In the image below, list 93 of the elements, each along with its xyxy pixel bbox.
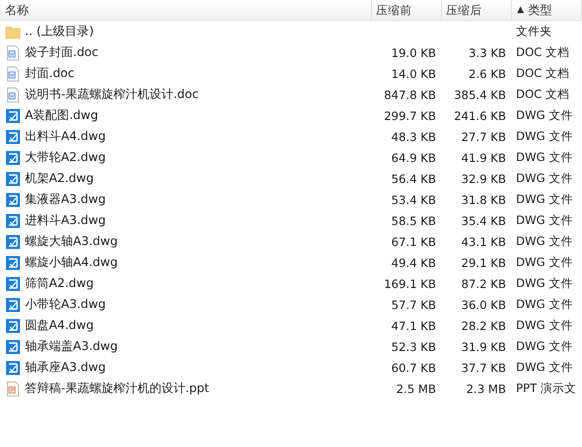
compressed-size: 29.1 KB bbox=[461, 256, 506, 270]
compressed-size: 43.1 KB bbox=[461, 234, 506, 248]
drawing-file-icon bbox=[5, 360, 21, 376]
file-type: DWG 文件 bbox=[516, 129, 573, 143]
original-size: 52.3 KB bbox=[391, 340, 436, 354]
file-type: DWG 文件 bbox=[516, 108, 573, 122]
file-name[interactable]: 小带轮A3.dwg bbox=[25, 296, 106, 313]
file-type: DWG 文件 bbox=[516, 255, 573, 269]
compressed-size: 31.8 KB bbox=[461, 192, 506, 206]
compressed-size: 28.2 KB bbox=[461, 318, 506, 332]
compressed-size: 27.7 KB bbox=[461, 130, 506, 144]
original-size: 58.5 KB bbox=[391, 214, 436, 228]
file-type: DOC 文档 bbox=[516, 45, 570, 59]
document-icon bbox=[5, 44, 21, 60]
compressed-size: 2.3 MB bbox=[466, 382, 506, 396]
file-name[interactable]: 袋子封面.doc bbox=[25, 44, 98, 61]
presentation-icon bbox=[5, 380, 21, 396]
file-name[interactable]: 螺旋大轴A3.dwg bbox=[25, 233, 118, 250]
drawing-file-icon bbox=[5, 192, 21, 208]
original-size: 56.4 KB bbox=[391, 172, 436, 186]
original-size: 169.1 KB bbox=[384, 276, 436, 290]
compressed-size: 3.3 KB bbox=[468, 46, 506, 60]
sort-indicator: ▲ bbox=[517, 5, 524, 15]
file-name[interactable]: 答辩稿-果蔬螺旋榨汁机的设计.ppt bbox=[25, 380, 210, 397]
column-header[interactable]: ▲ 类型 bbox=[512, 0, 582, 20]
drawing-file-icon bbox=[5, 150, 21, 166]
file-name[interactable]: 出料斗A4.dwg bbox=[25, 128, 106, 145]
file-type: PPT 演示文 bbox=[516, 381, 577, 395]
file-type: DWG 文件 bbox=[516, 297, 573, 311]
compressed-size: 41.9 KB bbox=[461, 150, 506, 164]
file-name[interactable]: 圆盘A4.dwg bbox=[25, 317, 94, 334]
compressed-size: 385.4 KB bbox=[454, 88, 506, 102]
file-name[interactable]: 封面.doc bbox=[25, 65, 74, 82]
file-name[interactable]: 说明书-果蔬螺旋榨汁机设计.doc bbox=[25, 86, 199, 103]
file-name[interactable]: .. (上级目录) bbox=[25, 23, 94, 40]
file-type: DWG 文件 bbox=[516, 276, 573, 290]
compressed-size: 31.9 KB bbox=[461, 340, 506, 354]
drawing-file-icon bbox=[5, 108, 21, 124]
file-type: DWG 文件 bbox=[516, 171, 573, 185]
original-size: 67.1 KB bbox=[391, 234, 436, 248]
compressed-size: 32.9 KB bbox=[461, 172, 506, 186]
compressed-size: 87.2 KB bbox=[461, 276, 506, 290]
original-size: 49.4 KB bbox=[391, 256, 436, 270]
file-name[interactable]: 轴承端盖A3.dwg bbox=[25, 338, 118, 355]
file-type: 文件夹 bbox=[516, 24, 552, 38]
original-size: 2.5 MB bbox=[396, 382, 436, 396]
column-header[interactable]: 名称 bbox=[0, 0, 372, 20]
compressed-size: 35.4 KB bbox=[461, 214, 506, 228]
document-icon bbox=[5, 66, 21, 82]
original-size: 14.0 KB bbox=[391, 66, 436, 80]
file-name[interactable]: 大带轮A2.dwg bbox=[25, 149, 106, 166]
file-type: DWG 文件 bbox=[516, 339, 573, 353]
file-type: DOC 文档 bbox=[516, 66, 570, 80]
folder-icon bbox=[5, 24, 21, 40]
file-type: DWG 文件 bbox=[516, 234, 573, 248]
drawing-file-icon bbox=[5, 254, 21, 270]
compressed-size: 2.6 KB bbox=[468, 66, 506, 80]
file-name[interactable]: 集液器A3.dwg bbox=[25, 191, 106, 208]
file-name[interactable]: 轴承座A3.dwg bbox=[25, 359, 106, 376]
original-size: 19.0 KB bbox=[391, 46, 436, 60]
drawing-file-icon bbox=[5, 170, 21, 186]
drawing-file-icon bbox=[5, 276, 21, 292]
original-size: 47.1 KB bbox=[391, 318, 436, 332]
file-type: DWG 文件 bbox=[516, 360, 573, 374]
file-name[interactable]: 螺旋小轴A4.dwg bbox=[25, 254, 118, 271]
file-type: DWG 文件 bbox=[516, 150, 573, 164]
drawing-file-icon bbox=[5, 296, 21, 312]
drawing-file-icon bbox=[5, 234, 21, 250]
original-size: 57.7 KB bbox=[391, 298, 436, 312]
column-header[interactable]: 压缩后 bbox=[442, 0, 512, 20]
column-header[interactable]: 压缩前 bbox=[372, 0, 442, 20]
original-size: 60.7 KB bbox=[391, 360, 436, 374]
file-name[interactable]: A装配图.dwg bbox=[25, 107, 98, 124]
file-type: DWG 文件 bbox=[516, 192, 573, 206]
drawing-file-icon bbox=[5, 128, 21, 144]
drawing-file-icon bbox=[5, 212, 21, 228]
file-name[interactable]: 进料斗A3.dwg bbox=[25, 212, 106, 229]
original-size: 48.3 KB bbox=[391, 130, 436, 144]
original-size: 64.9 KB bbox=[391, 150, 436, 164]
compressed-size: 36.0 KB bbox=[461, 298, 506, 312]
compressed-size: 37.7 KB bbox=[461, 360, 506, 374]
original-size: 847.8 KB bbox=[384, 88, 436, 102]
drawing-file-icon bbox=[5, 338, 21, 354]
file-type: DWG 文件 bbox=[516, 318, 573, 332]
original-size: 53.4 KB bbox=[391, 192, 436, 206]
drawing-file-icon bbox=[5, 318, 21, 334]
file-type: DWG 文件 bbox=[516, 213, 573, 227]
document-icon bbox=[5, 86, 21, 102]
compressed-size: 241.6 KB bbox=[454, 108, 506, 122]
file-name[interactable]: 机架A2.dwg bbox=[25, 170, 94, 187]
file-name[interactable]: 筛筒A2.dwg bbox=[25, 275, 94, 292]
file-type: DOC 文档 bbox=[516, 87, 570, 101]
original-size: 299.7 KB bbox=[384, 108, 436, 122]
